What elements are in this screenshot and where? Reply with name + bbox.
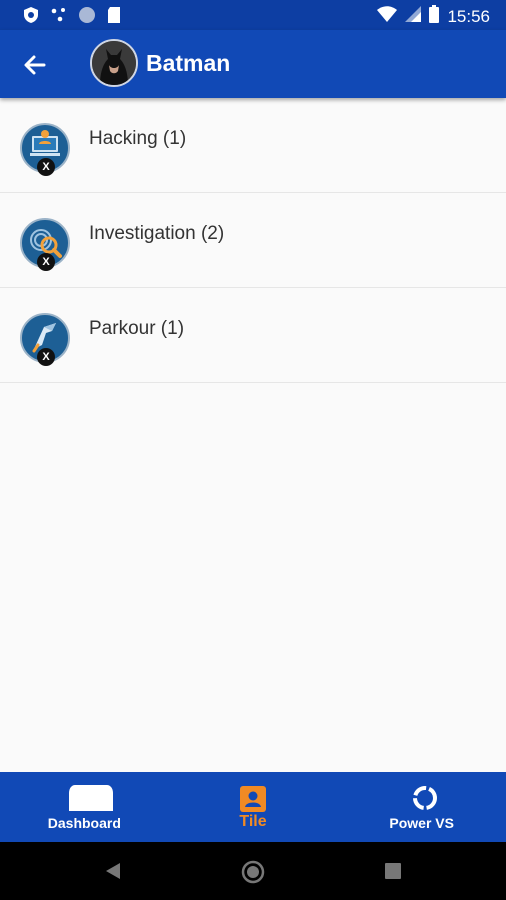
- page-title: Batman: [146, 50, 231, 76]
- app-bar: Batman: [0, 30, 506, 98]
- back-triangle-icon[interactable]: [104, 862, 122, 885]
- skill-list: X Hacking (1) X Investigation (2) X Park…: [0, 98, 506, 383]
- signal-icon: [405, 6, 422, 27]
- status-bar: 15:56: [0, 0, 506, 30]
- parkour-icon: X: [20, 313, 70, 366]
- wifi-icon: [377, 6, 398, 27]
- status-right: 15:56: [377, 5, 490, 28]
- investigation-icon: X: [20, 218, 70, 271]
- status-left-icons: [22, 6, 122, 29]
- sd-card-icon: [106, 6, 122, 29]
- dashboard-icon: [69, 785, 113, 816]
- list-item-label: Parkour (1): [89, 318, 185, 339]
- list-item-parkour[interactable]: X Parkour (1): [0, 288, 506, 383]
- list-item-hacking[interactable]: X Hacking (1): [0, 98, 506, 193]
- tab-label: Dashboard: [47, 815, 121, 831]
- recents-square-icon[interactable]: [385, 863, 401, 884]
- power-vs-icon: [411, 784, 439, 817]
- circle-icon: [78, 6, 96, 29]
- item-badge: X: [37, 348, 55, 366]
- bottom-nav: Dashboard Tile Power VS: [0, 772, 506, 842]
- tab-dashboard[interactable]: Dashboard: [0, 772, 169, 842]
- system-nav-bar: [0, 842, 506, 900]
- status-time: 15:56: [447, 6, 490, 26]
- shield-icon: [22, 6, 40, 29]
- battery-icon: [429, 5, 440, 28]
- list-item-label: Investigation (2): [89, 223, 225, 244]
- avatar: [90, 39, 138, 87]
- connection-dots-icon: [50, 6, 68, 29]
- tab-label: Tile: [239, 813, 267, 830]
- tab-power-vs[interactable]: Power VS: [337, 772, 506, 842]
- tab-label: Power VS: [389, 815, 454, 831]
- back-arrow-icon[interactable]: [20, 50, 50, 80]
- home-circle-icon[interactable]: [241, 860, 265, 889]
- item-badge: X: [37, 158, 55, 176]
- list-item-investigation[interactable]: X Investigation (2): [0, 193, 506, 288]
- list-item-label: Hacking (1): [89, 128, 187, 149]
- tab-tile[interactable]: Tile: [169, 772, 338, 842]
- hacking-icon: X: [20, 123, 70, 176]
- item-badge: X: [37, 253, 55, 271]
